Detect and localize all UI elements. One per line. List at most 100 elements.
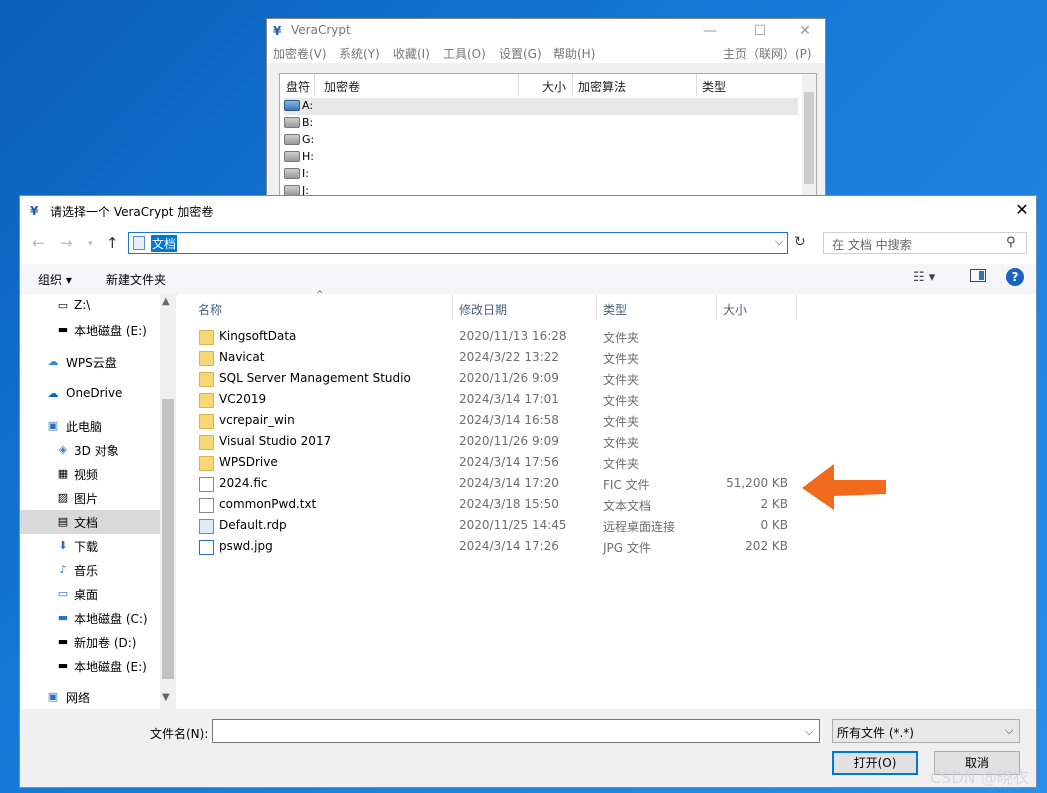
nav-item-this-pc[interactable]: ▣ 此电脑	[20, 414, 160, 438]
forward-arrow-icon[interactable]: →	[60, 234, 73, 252]
nav-item-z-drive[interactable]: ▭ Z:\	[20, 294, 160, 318]
search-icon[interactable]: ⚲	[1006, 235, 1016, 250]
nav-item-music[interactable]: ♪ 音乐	[20, 558, 160, 582]
help-icon[interactable]: ?	[1006, 268, 1024, 286]
address-bar[interactable]: 文档 ⌵	[128, 232, 788, 254]
up-arrow-icon[interactable]: ↑	[106, 234, 119, 252]
column-divider[interactable]	[796, 294, 797, 320]
menu-system[interactable]: 系统(Y)	[339, 45, 380, 62]
nav-item-desktop[interactable]: ▭ 桌面	[20, 582, 160, 606]
refresh-icon[interactable]: ↻	[794, 234, 806, 250]
menu-help[interactable]: 帮助(H)	[553, 45, 595, 62]
maximize-icon[interactable]: ☐	[737, 19, 783, 43]
documents-icon: ▤	[57, 515, 69, 528]
col-type[interactable]: 类型	[702, 78, 726, 95]
col-drive[interactable]: 盘符	[286, 78, 310, 95]
drive-icon	[284, 134, 300, 145]
file-list[interactable]: 名称 ^ 修改日期 类型 大小 KingsoftData 2020/11/13 1…	[178, 290, 1036, 709]
column-header-name[interactable]: 名称	[198, 301, 222, 318]
col-size[interactable]: 大小	[542, 78, 566, 95]
col-algorithm[interactable]: 加密算法	[578, 78, 626, 95]
scrollbar-thumb[interactable]	[162, 399, 174, 679]
menu-volumes[interactable]: 加密卷(V)	[273, 45, 327, 62]
close-icon[interactable]: ✕	[782, 19, 828, 43]
drive-row[interactable]: A:	[284, 98, 798, 115]
menu-favorites[interactable]: 收藏(I)	[393, 45, 430, 62]
folder-icon	[199, 351, 214, 366]
back-arrow-icon[interactable]: ←	[32, 234, 45, 252]
dialog-title: 请选择一个 VeraCrypt 加密卷	[50, 205, 214, 219]
drive-row[interactable]: G:	[284, 132, 798, 149]
nav-item-documents[interactable]: ▤ 文档	[20, 510, 160, 534]
veracrypt-logo-icon: ¥	[273, 24, 282, 38]
file-row[interactable]: VC2019 2024/3/14 17:01 文件夹	[196, 390, 996, 411]
address-text[interactable]: 文档	[151, 235, 178, 252]
veracrypt-window: ¥ VeraCrypt — ☐ ✕ 加密卷(V) 系统(Y) 收藏(I) 工具(…	[266, 18, 826, 218]
scroll-down-icon[interactable]: ▼	[162, 692, 170, 703]
minimize-icon[interactable]: —	[687, 19, 733, 43]
menu-settings[interactable]: 设置(G)	[499, 45, 542, 62]
documents-icon	[133, 236, 145, 250]
file-type-filter[interactable]: 所有文件 (*.*) ⌵	[832, 719, 1020, 743]
nav-item-downloads[interactable]: ⬇ 下载	[20, 534, 160, 558]
drive-row[interactable]: B:	[284, 115, 798, 132]
drive-icon	[284, 151, 300, 162]
navigation-pane[interactable]: ▭ Z:\ ▬ 本地磁盘 (E:) ☁ WPS云盘 ☁ OneDrive ▣ 此电脑 ◈ 3…	[20, 294, 176, 709]
chevron-down-icon[interactable]: ⌵	[775, 235, 783, 249]
column-divider[interactable]	[716, 294, 717, 320]
computer-icon: ▣	[47, 419, 59, 432]
column-divider[interactable]	[452, 294, 453, 320]
nav-item-wps-cloud[interactable]: ☁ WPS云盘	[20, 350, 160, 374]
pictures-icon: ▨	[57, 491, 69, 504]
col-divider	[518, 74, 519, 96]
search-input[interactable]: 在 文档 中搜索 ⚲	[823, 232, 1027, 254]
folder-icon	[199, 393, 214, 408]
close-icon[interactable]: ✕	[1012, 200, 1032, 219]
drive-row[interactable]: I:	[284, 166, 798, 183]
scrollbar-thumb[interactable]	[804, 92, 814, 184]
open-button[interactable]: 打开(O)	[832, 751, 918, 775]
nav-item-network[interactable]: ▣ 网络	[20, 685, 160, 709]
preview-pane-icon[interactable]	[970, 269, 986, 282]
column-header-type[interactable]: 类型	[603, 301, 627, 318]
veracrypt-menubar: 加密卷(V) 系统(Y) 收藏(I) 工具(O) 设置(G) 帮助(H) 主页（…	[267, 43, 825, 63]
nav-item-videos[interactable]: ▦ 视频	[20, 462, 160, 486]
menu-homepage[interactable]: 主页（联网）(P)	[723, 45, 812, 62]
filename-input[interactable]: ⌵	[212, 719, 820, 743]
annotation-arrow-icon	[802, 464, 886, 510]
image-file-icon	[199, 540, 214, 555]
file-row[interactable]: KingsoftData 2020/11/13 16:28 文件夹	[196, 327, 996, 348]
nav-item-local-disk-e[interactable]: ▬ 本地磁盘 (E:)	[20, 318, 160, 342]
nav-item-onedrive[interactable]: ☁ OneDrive	[20, 382, 160, 406]
folder-icon	[199, 330, 214, 345]
drive-list-scrollbar[interactable]	[802, 74, 816, 212]
drive-list[interactable]: 盘符 加密卷 大小 加密算法 类型 A: B: G: H: I: J:	[279, 73, 817, 213]
col-volume[interactable]: 加密卷	[324, 78, 360, 95]
recent-locations-chevron-icon[interactable]: ▾	[88, 239, 93, 249]
file-row[interactable]: vcrepair_win 2024/3/14 16:58 文件夹	[196, 411, 996, 432]
watermark: CSDN @晓衣	[930, 768, 1029, 787]
column-header-modified[interactable]: 修改日期	[459, 301, 507, 318]
column-header-size[interactable]: 大小	[723, 301, 747, 318]
column-divider[interactable]	[596, 294, 597, 320]
drive-row[interactable]: H:	[284, 149, 798, 166]
menu-tools[interactable]: 工具(O)	[443, 45, 486, 62]
nav-item-local-disk-c[interactable]: ▬ 本地磁盘 (C:)	[20, 606, 160, 630]
scroll-up-icon[interactable]: ▲	[162, 296, 170, 307]
file-row[interactable]: SQL Server Management Studio 2020/11/26 9…	[196, 369, 996, 390]
chevron-down-icon[interactable]: ⌵	[805, 725, 813, 739]
nav-item-3d-objects[interactable]: ◈ 3D 对象	[20, 438, 160, 462]
search-placeholder: 在 文档 中搜索	[832, 238, 912, 252]
view-options-icon[interactable]: ☷ ▾	[913, 270, 935, 285]
nav-item-local-disk-e[interactable]: ▬ 本地磁盘 (E:)	[20, 654, 160, 678]
new-folder-button[interactable]: 新建文件夹	[106, 271, 166, 288]
navigation-scrollbar[interactable]: ▲ ▼	[160, 294, 176, 709]
file-row[interactable]: Navicat 2024/3/22 13:22 文件夹	[196, 348, 996, 369]
nav-item-pictures[interactable]: ▨ 图片	[20, 486, 160, 510]
organize-button[interactable]: 组织 ▾	[38, 271, 72, 288]
nav-item-new-volume-d[interactable]: ▬ 新加卷 (D:)	[20, 630, 160, 654]
veracrypt-titlebar[interactable]: ¥ VeraCrypt — ☐ ✕	[267, 19, 825, 43]
chevron-down-icon[interactable]: ⌵	[1005, 724, 1013, 738]
file-icon	[199, 477, 214, 492]
file-row[interactable]: pswd.jpg 2024/3/14 17:26 JPG 文件 202 KB	[196, 537, 996, 558]
